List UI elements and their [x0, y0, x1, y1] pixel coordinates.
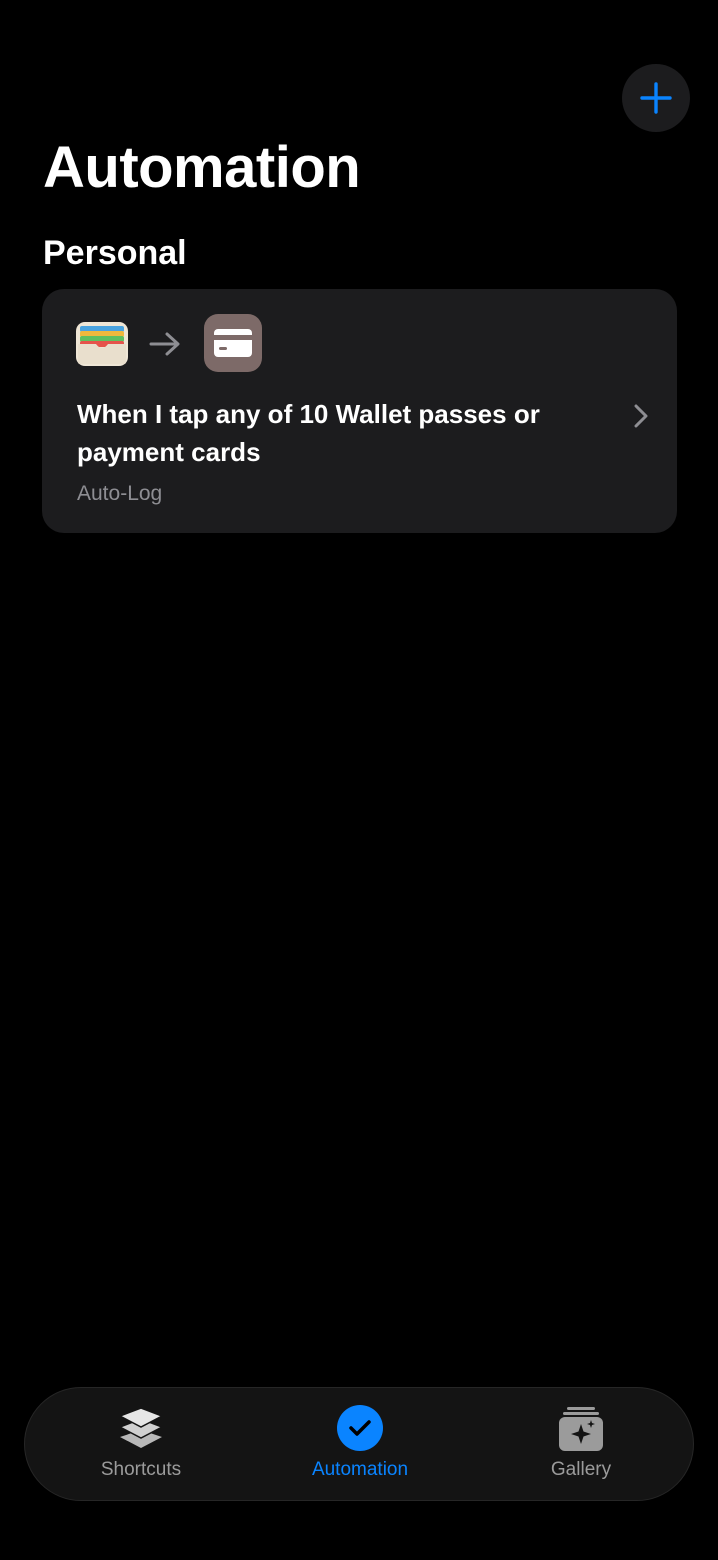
tab-gallery[interactable]: Gallery: [501, 1388, 661, 1500]
automation-item[interactable]: When I tap any of 10 Wallet passes or pa…: [42, 289, 677, 533]
tab-shortcuts-label: Shortcuts: [100, 1459, 182, 1480]
section-title-personal: Personal: [43, 234, 187, 272]
automation-item-title: When I tap any of 10 Wallet passes or pa…: [77, 399, 540, 467]
sparkle-gallery-icon: [556, 1404, 606, 1454]
tab-automation-label: Automation: [311, 1459, 409, 1480]
tab-bar: Shortcuts Automation Gallery: [24, 1387, 694, 1501]
arrow-right-icon: [149, 332, 180, 356]
tab-automation[interactable]: Automation: [280, 1388, 440, 1500]
checkmark-circle-icon: [335, 1404, 385, 1454]
stack-icon: [116, 1404, 166, 1454]
chevron-right-icon: [634, 404, 648, 428]
plus-icon: [640, 82, 672, 114]
wallet-icon: [76, 322, 128, 366]
tab-shortcuts[interactable]: Shortcuts: [61, 1388, 221, 1500]
add-automation-button[interactable]: [622, 64, 690, 132]
tab-gallery-label: Gallery: [550, 1459, 612, 1480]
card-icon: [204, 314, 262, 372]
page-title: Automation: [43, 135, 361, 200]
automation-item-subtitle: Auto-Log: [77, 482, 163, 505]
